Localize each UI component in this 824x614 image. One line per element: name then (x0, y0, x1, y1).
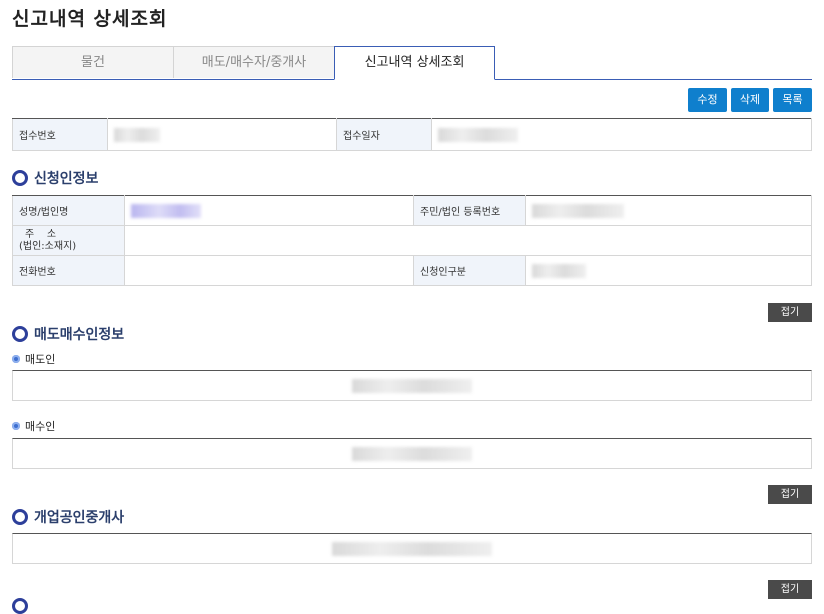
address-label-line1: 주 소 (25, 228, 57, 240)
sub-bullet-icon (12, 422, 20, 430)
collapse-applicant-button[interactable]: 접기 (768, 303, 812, 322)
section-bullet-icon (12, 509, 28, 525)
applicant-table: 성명/법인명 주민/법인 등록번호 주 소 (법인:소재지) 전화번호 신청인구… (12, 195, 812, 286)
buyer-subtitle: 매수인 (12, 418, 55, 434)
applicant-type-value (525, 255, 812, 286)
edit-button[interactable]: 수정 (688, 88, 727, 112)
trade-section-label: 매도매수인정보 (34, 327, 125, 343)
redacted-value (532, 203, 624, 218)
name-label: 성명/법인명 (12, 195, 125, 226)
buyer-label: 매수인 (25, 420, 56, 433)
redacted-value (532, 263, 586, 278)
tab-bar: 물건 매도/매수자/중개사 신고내역 상세조회 (12, 46, 812, 80)
address-label: 주 소 (법인:소재지) (12, 225, 125, 256)
address-value (124, 225, 812, 256)
redacted-value (352, 446, 472, 461)
redacted-value (114, 127, 160, 142)
receipt-number-value (107, 118, 337, 151)
address-label-line2: (법인:소재지) (19, 240, 77, 252)
applicant-section-label: 신청인정보 (34, 171, 99, 187)
list-button[interactable]: 목록 (773, 88, 812, 112)
section-bullet-icon (12, 598, 28, 614)
delete-button[interactable]: 삭제 (731, 88, 769, 112)
redacted-value (352, 378, 472, 393)
seller-label: 매도인 (25, 353, 56, 366)
applicant-section-title: 신청인정보 (12, 168, 98, 188)
section-bullet-icon (12, 326, 28, 342)
receipt-number-label: 접수번호 (12, 118, 108, 151)
receipt-date-value (431, 118, 812, 151)
regno-label: 주민/법인 등록번호 (413, 195, 526, 226)
receipt-date-label: 접수일자 (336, 118, 432, 151)
broker-section-label: 개업공인중개사 (34, 510, 125, 526)
applicant-type-label: 신청인구분 (413, 255, 526, 286)
redacted-value (332, 541, 492, 556)
trade-section-title: 매도매수인정보 (12, 324, 124, 344)
next-section-title (12, 598, 34, 614)
broker-section-title: 개업공인중개사 (12, 507, 124, 527)
seller-subtitle: 매도인 (12, 351, 55, 367)
seller-box (12, 370, 812, 401)
buyer-box (12, 438, 812, 469)
phone-value (124, 255, 414, 286)
collapse-trade-button[interactable]: 접기 (768, 485, 812, 504)
broker-box (12, 533, 812, 564)
redacted-value (131, 203, 201, 218)
receipt-table: 접수번호 접수일자 (12, 118, 812, 151)
section-bullet-icon (12, 170, 28, 186)
page-title: 신고내역 상세조회 (12, 8, 168, 30)
collapse-broker-button[interactable]: 접기 (768, 580, 812, 599)
tab-property[interactable]: 물건 (12, 46, 174, 78)
sub-bullet-icon (12, 355, 20, 363)
tab-report-detail[interactable]: 신고내역 상세조회 (334, 46, 495, 80)
name-value (124, 195, 414, 226)
redacted-value (438, 127, 518, 142)
phone-label: 전화번호 (12, 255, 125, 286)
regno-value (525, 195, 812, 226)
tab-parties[interactable]: 매도/매수자/중개사 (173, 46, 335, 78)
